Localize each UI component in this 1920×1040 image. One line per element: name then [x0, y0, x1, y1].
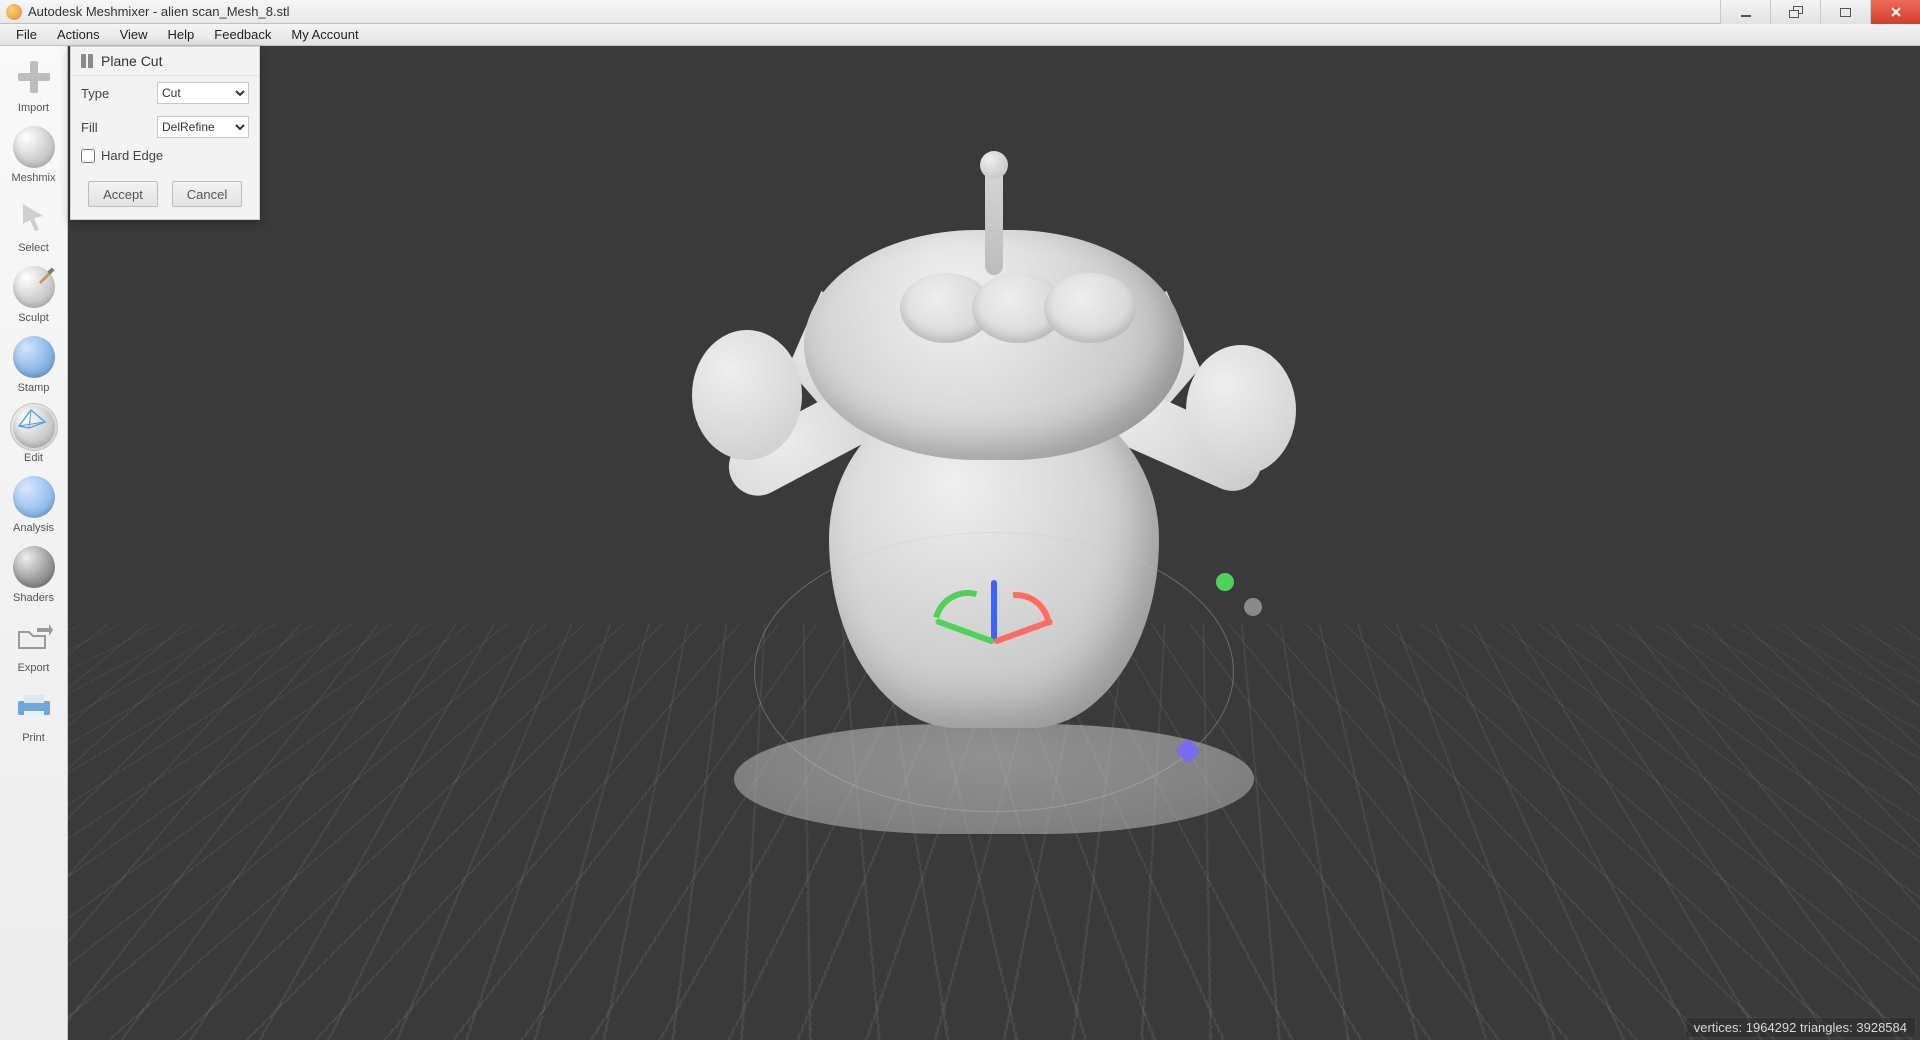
status-vertices: 1964292 — [1746, 1020, 1797, 1035]
maximize-button[interactable] — [1820, 0, 1870, 24]
transform-gizmo[interactable] — [924, 572, 1064, 712]
window-buttons — [1720, 0, 1920, 24]
tool-analysis[interactable]: Analysis — [6, 474, 62, 534]
menu-my-account[interactable]: My Account — [281, 27, 368, 42]
fill-select[interactable]: DelRefine — [157, 116, 249, 138]
type-label: Type — [81, 86, 109, 101]
tool-shaders[interactable]: Shaders — [6, 544, 62, 604]
meshmix-icon — [13, 126, 55, 168]
gizmo-handle-green[interactable] — [1216, 573, 1234, 591]
tool-label: Export — [18, 662, 50, 674]
tool-label: Import — [18, 102, 49, 114]
tool-label: Shaders — [13, 592, 54, 604]
status-triangles-label: triangles: — [1800, 1020, 1853, 1035]
status-bar: vertices: 1964292 triangles: 3928584 — [1685, 1017, 1916, 1038]
panel-title: Plane Cut — [101, 53, 162, 69]
tool-label: Select — [18, 242, 49, 254]
window-title: Autodesk Meshmixer - alien scan_Mesh_8.s… — [28, 4, 290, 19]
menu-file[interactable]: File — [6, 27, 47, 42]
model-hand-right — [1186, 345, 1296, 475]
model-antenna — [985, 165, 1003, 275]
tool-stamp[interactable]: Stamp — [6, 334, 62, 394]
menu-actions[interactable]: Actions — [47, 27, 110, 42]
tool-export[interactable]: Export — [6, 614, 62, 674]
tool-label: Meshmix — [11, 172, 55, 184]
menu-view[interactable]: View — [110, 27, 158, 42]
tool-label: Analysis — [13, 522, 54, 534]
analysis-icon — [13, 476, 55, 518]
tool-select[interactable]: Select — [6, 194, 62, 254]
menu-bar: File Actions View Help Feedback My Accou… — [0, 24, 1920, 46]
viewport-3d[interactable]: vertices: 1964292 triangles: 3928584 — [68, 46, 1920, 1040]
tool-sculpt[interactable]: Sculpt — [6, 264, 62, 324]
model-eye — [1044, 273, 1136, 343]
tool-label: Print — [22, 732, 45, 744]
close-button[interactable] — [1870, 0, 1920, 24]
import-icon — [16, 59, 52, 95]
minimize-button[interactable] — [1720, 0, 1770, 24]
tool-label: Edit — [24, 452, 43, 464]
restore-button[interactable] — [1770, 0, 1820, 24]
shaders-icon — [13, 546, 55, 588]
status-triangles: 3928584 — [1856, 1020, 1907, 1035]
wire-icon — [17, 408, 47, 430]
menu-feedback[interactable]: Feedback — [204, 27, 281, 42]
fill-label: Fill — [81, 120, 98, 135]
tool-print[interactable]: Print — [6, 684, 62, 744]
window-titlebar: Autodesk Meshmixer - alien scan_Mesh_8.s… — [0, 0, 1920, 24]
type-select[interactable]: Cut — [157, 82, 249, 104]
panel-header[interactable]: Plane Cut — [71, 47, 259, 76]
select-icon — [11, 194, 57, 240]
tool-edit[interactable]: Edit — [6, 404, 62, 464]
status-vertices-label: vertices: — [1694, 1020, 1742, 1035]
tool-label: Stamp — [18, 382, 50, 394]
hard-edge-checkbox[interactable] — [81, 149, 95, 163]
left-toolbar: Import Meshmix Select Sculpt Stamp Edit … — [0, 46, 68, 1040]
plane-cut-panel[interactable]: Plane Cut Type Cut Fill DelRefine Hard E… — [70, 46, 260, 220]
stamp-icon — [13, 336, 55, 378]
print-icon — [11, 684, 57, 730]
brush-icon — [37, 266, 55, 284]
tool-import[interactable]: Import — [6, 54, 62, 114]
plane-cut-icon — [81, 54, 93, 68]
model-hand-left — [692, 330, 802, 460]
tool-meshmix[interactable]: Meshmix — [6, 124, 62, 184]
export-icon — [11, 614, 57, 660]
app-icon — [6, 4, 22, 20]
tool-label: Sculpt — [18, 312, 49, 324]
menu-help[interactable]: Help — [158, 27, 205, 42]
gizmo-handle-grey[interactable] — [1244, 598, 1262, 616]
hard-edge-label: Hard Edge — [101, 148, 163, 163]
cancel-button[interactable]: Cancel — [172, 181, 242, 207]
accept-button[interactable]: Accept — [88, 181, 158, 207]
workspace: Import Meshmix Select Sculpt Stamp Edit … — [0, 46, 1920, 1040]
